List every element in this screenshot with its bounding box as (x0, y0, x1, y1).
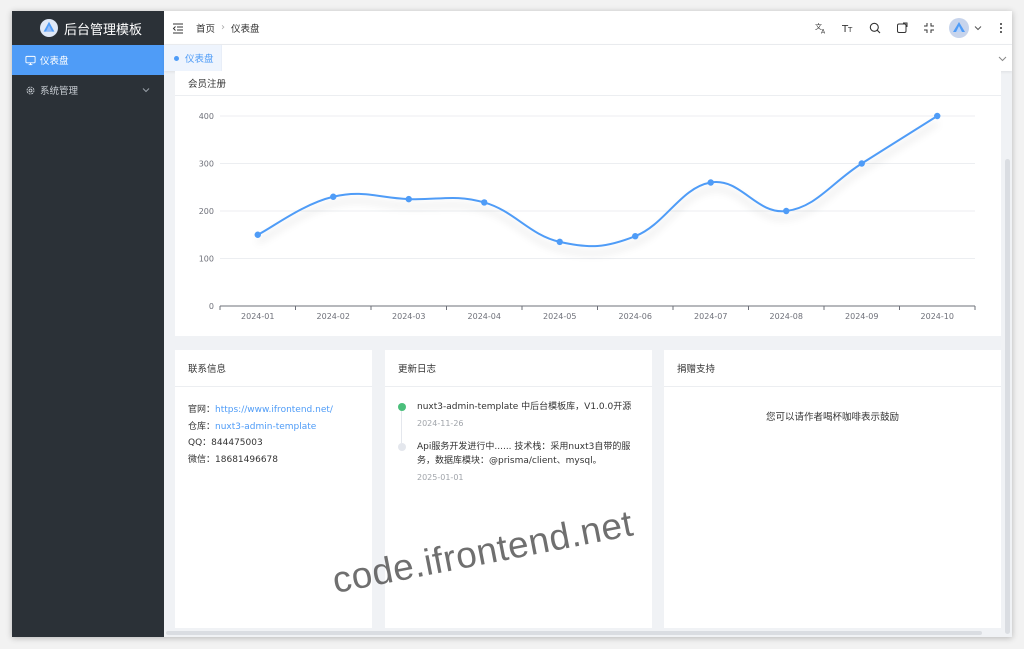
x-tick-label: 2024-09 (845, 312, 878, 321)
data-point[interactable] (481, 199, 488, 206)
chevron-down-icon[interactable] (998, 54, 1007, 63)
sidebar-item-dashboard[interactable]: 仪表盘 (12, 45, 164, 75)
search-icon[interactable] (868, 21, 882, 35)
y-tick-label: 200 (199, 207, 214, 216)
x-tick-label: 2024-04 (468, 312, 501, 321)
x-tick-label: 2024-06 (619, 312, 652, 321)
repo-link[interactable]: nuxt3-admin-template (215, 422, 316, 432)
x-tick-label: 2024-08 (770, 312, 803, 321)
svg-text:A: A (821, 29, 826, 35)
monitor-icon (25, 55, 36, 65)
data-point[interactable] (556, 238, 563, 246)
font-size-icon[interactable]: TT (841, 21, 855, 35)
wechat-value: 18681496678 (215, 454, 279, 465)
data-point[interactable] (858, 160, 865, 167)
svg-text:T: T (847, 26, 853, 34)
website-link[interactable]: https://www.ifrontend.net/ (215, 405, 333, 415)
timeline-item: Api服务开发进行中...... 技术栈：采用nuxt3自带的服务，数据库模块：… (398, 440, 638, 482)
data-point[interactable] (405, 195, 412, 203)
timeline-dot (398, 403, 406, 411)
data-point[interactable] (707, 179, 714, 186)
timeline-text: nuxt3-admin-template 中后台模板库，V1.0.0开源 (417, 402, 632, 412)
card-title: 捐赠支持 (664, 350, 1001, 387)
gear-icon (26, 86, 35, 94)
data-point[interactable] (783, 207, 790, 215)
contact-label: 官网： (188, 405, 216, 415)
contact-row: 仓库：nuxt3-admin-template (188, 419, 359, 436)
breadcrumb-home[interactable]: 首页 (196, 21, 215, 35)
timeline-text: Api服务开发进行中...... 技术栈：采用nuxt3自带的服务，数据库模块：… (417, 441, 631, 467)
member-chart-card: 会员注册 0 100 200 300 400 2024-01 2024-02 2024-03… (175, 71, 1001, 336)
y-tick-label: 300 (199, 160, 214, 169)
translate-icon[interactable]: 文A (814, 21, 828, 35)
timeline-date: 2025-01-01 (417, 472, 464, 482)
y-tick-label: 0 (209, 302, 214, 311)
x-tick-label: 2024-01 (241, 312, 274, 321)
more-vertical-icon[interactable] (996, 22, 1006, 34)
chevron-down-icon (142, 88, 150, 93)
timeline-item: nuxt3-admin-template 中后台模板库，V1.0.0开源 202… (398, 400, 638, 428)
sidebar: 后台管理模板 仪表盘 系统管理 (12, 11, 164, 637)
avatar[interactable] (949, 18, 969, 38)
menu-fold-icon[interactable] (172, 22, 184, 34)
x-tick-label: 2024-07 (694, 312, 727, 321)
contact-label: QQ： (188, 438, 212, 448)
data-point[interactable] (632, 232, 639, 240)
contact-label: 仓库： (188, 421, 216, 432)
contact-row: 官网：https://www.ifrontend.net/ (188, 402, 359, 419)
data-point[interactable] (254, 231, 261, 238)
sidebar-item-label: 系统管理 (40, 86, 79, 97)
card-title: 会员注册 (175, 71, 1001, 96)
sidebar-item-system[interactable]: 系统管理 (12, 75, 164, 105)
contact-row: 微信：18681496678 (188, 452, 359, 469)
external-window-icon[interactable] (895, 21, 909, 35)
contact-label: 微信： (188, 454, 216, 465)
data-point[interactable] (330, 193, 337, 200)
fullscreen-exit-icon[interactable] (922, 21, 936, 35)
contact-body: 官网：https://www.ifrontend.net/ 仓库：nuxt3-a… (175, 387, 372, 483)
timeline-date: 2024-11-26 (417, 418, 464, 428)
timeline-dot (398, 442, 406, 451)
breadcrumb-current: 仪表盘 (231, 23, 260, 35)
donate-card: 捐赠支持 您可以请作者喝杯咖啡表示鼓励 (664, 350, 1001, 628)
y-tick-label: 400 (199, 112, 214, 121)
contact-row: QQ：844475003 (188, 435, 359, 452)
horizontal-scrollbar[interactable] (166, 631, 982, 635)
series-line (257, 115, 938, 248)
vertical-scrollbar[interactable] (1005, 159, 1010, 634)
qq-value: 844475003 (211, 438, 263, 448)
timeline: nuxt3-admin-template 中后台模板库，V1.0.0开源 202… (385, 387, 652, 482)
tab-active-dot (174, 55, 179, 61)
timeline-line (401, 407, 402, 443)
logo[interactable]: 后台管理模板 (12, 11, 164, 45)
x-tick-label: 2024-05 (543, 312, 576, 321)
header-tools: 文A TT (814, 11, 1012, 45)
x-tick-label: 2024-03 (392, 312, 425, 321)
tab-dashboard[interactable]: 仪表盘 (164, 45, 222, 71)
tab-label: 仪表盘 (185, 54, 214, 65)
member-line-chart: 0 100 200 300 400 2024-01 2024-02 2024-03 2024-… (199, 112, 976, 321)
changelog-card: 更新日志 nuxt3-admin-template 中后台模板库，V1.0.0开… (385, 350, 652, 628)
tabs-bar: 仪表盘 (164, 45, 1012, 71)
x-tick-label: 2024-02 (317, 312, 350, 321)
logo-icon (40, 19, 58, 37)
chevron-down-icon[interactable] (974, 24, 982, 32)
breadcrumb: 首页 › 仪表盘 (196, 21, 260, 35)
y-tick-label: 100 (199, 255, 214, 264)
app-title: 后台管理模板 (64, 22, 143, 38)
sidebar-item-label: 仪表盘 (40, 56, 69, 67)
donate-text: 您可以请作者喝杯咖啡表示鼓励 (765, 412, 899, 423)
top-header: 首页 › 仪表盘 文A TT (164, 11, 1012, 45)
card-title: 更新日志 (385, 350, 652, 387)
x-tick-label: 2024-10 (921, 312, 954, 321)
data-point[interactable] (934, 112, 941, 120)
card-title: 联系信息 (175, 350, 372, 387)
breadcrumb-separator: › (221, 22, 226, 33)
